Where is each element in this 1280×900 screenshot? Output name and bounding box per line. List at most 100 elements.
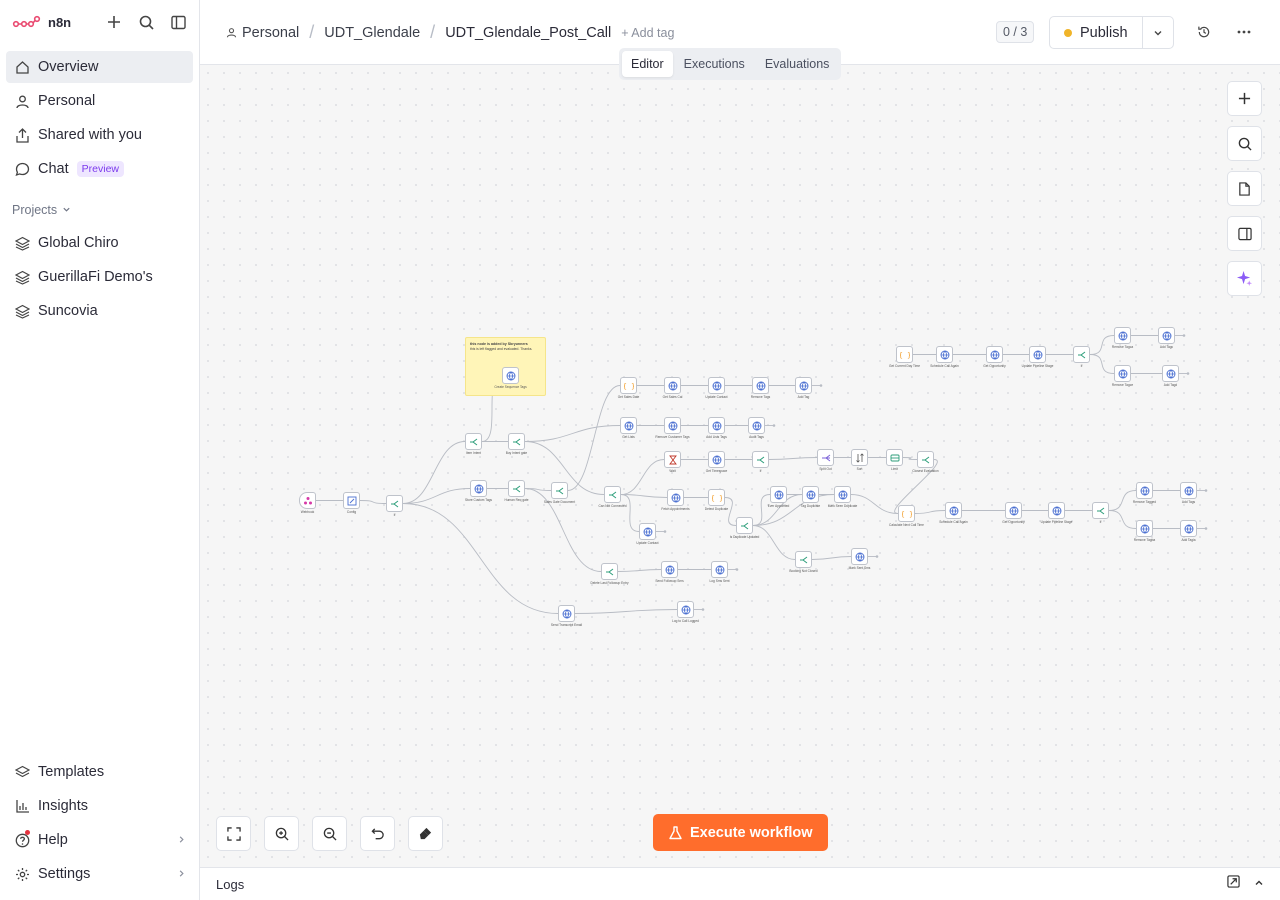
output-handle[interactable] (735, 568, 739, 571)
workflow-node[interactable] (711, 561, 728, 578)
output-handle[interactable] (1186, 372, 1190, 375)
workflow-node[interactable] (1158, 327, 1175, 344)
sidebar-item-personal[interactable]: Personal (6, 85, 193, 117)
workflow-node[interactable] (639, 523, 656, 540)
workflow-node[interactable]: { } (620, 377, 637, 394)
workflow-node[interactable] (748, 417, 765, 434)
sidebar-item-templates[interactable]: Templates (6, 756, 194, 788)
sidebar-item-help[interactable]: Help (6, 824, 194, 856)
add-tag-button[interactable]: + Add tag (621, 26, 674, 40)
workflow-node[interactable]: { } (896, 346, 913, 363)
workflow-node[interactable] (770, 486, 787, 503)
workflow-node[interactable] (502, 367, 519, 384)
output-handle[interactable] (701, 608, 705, 611)
workflow-node[interactable] (736, 517, 753, 534)
workflow-node[interactable] (1136, 520, 1153, 537)
tab-editor[interactable]: Editor (622, 51, 673, 77)
workflow-node[interactable] (1048, 502, 1065, 519)
breadcrumb-personal[interactable]: Personal (226, 25, 299, 41)
panel-toggle-button[interactable] (1227, 216, 1262, 251)
workflow-node[interactable] (1162, 365, 1179, 382)
output-handle[interactable] (772, 424, 776, 427)
output-handle[interactable] (1204, 527, 1208, 530)
fit-view-button[interactable] (216, 816, 251, 851)
workflow-node[interactable] (677, 601, 694, 618)
zoom-out-button[interactable] (312, 816, 347, 851)
project-item-global-chiro[interactable]: Global Chiro (6, 227, 193, 259)
workflow-node[interactable] (851, 449, 868, 466)
workflow-node[interactable] (1092, 502, 1109, 519)
workflow-node[interactable] (1073, 346, 1090, 363)
workflow-node[interactable] (1180, 520, 1197, 537)
workflow-node[interactable] (1136, 482, 1153, 499)
workflow-node[interactable] (802, 486, 819, 503)
breadcrumb-folder[interactable]: UDT_Glendale (324, 25, 420, 41)
output-handle[interactable] (663, 530, 667, 533)
workflow-node[interactable] (752, 377, 769, 394)
more-options-icon[interactable] (1234, 22, 1254, 42)
workflow-node[interactable]: { } (898, 505, 915, 522)
workflow-node[interactable] (986, 346, 1003, 363)
workflow-node[interactable] (664, 417, 681, 434)
n8n-logo[interactable]: n8n (12, 15, 71, 30)
sidebar-item-settings[interactable]: Settings (6, 858, 194, 890)
workflow-node[interactable] (886, 449, 903, 466)
workflow-node[interactable] (945, 502, 962, 519)
workflow-node[interactable] (558, 605, 575, 622)
workflow-node[interactable] (795, 377, 812, 394)
workflow-node[interactable] (708, 417, 725, 434)
zoom-in-button[interactable] (264, 816, 299, 851)
workflow-node[interactable]: { } (708, 489, 725, 506)
workflow-node[interactable] (1114, 365, 1131, 382)
workflow-node[interactable] (708, 451, 725, 468)
sidebar-item-chat[interactable]: Chat Preview (6, 153, 193, 185)
add-node-button[interactable] (1227, 81, 1262, 116)
sidebar-toggle-icon[interactable] (169, 13, 187, 31)
sidebar-item-shared[interactable]: Shared with you (6, 119, 193, 151)
workflow-node[interactable] (795, 551, 812, 568)
workflow-node[interactable] (752, 451, 769, 468)
workflow-node[interactable] (936, 346, 953, 363)
workflow-node[interactable] (667, 489, 684, 506)
ai-assistant-button[interactable] (1227, 261, 1262, 296)
workflow-node[interactable] (551, 482, 568, 499)
workflow-canvas[interactable]: this node is added by Sbryunners this is… (200, 65, 1280, 867)
workflow-node[interactable] (664, 377, 681, 394)
workflow-node[interactable] (299, 492, 316, 509)
execute-workflow-button[interactable]: Execute workflow (653, 814, 829, 851)
workflow-node[interactable] (708, 377, 725, 394)
plus-icon[interactable] (105, 13, 123, 31)
output-handle[interactable] (1182, 334, 1186, 337)
history-icon[interactable] (1194, 22, 1214, 42)
output-handle[interactable] (819, 384, 823, 387)
chevron-up-icon[interactable] (1254, 875, 1264, 893)
workflow-node[interactable] (1005, 502, 1022, 519)
logs-panel[interactable]: Logs (200, 867, 1280, 900)
workflow-node[interactable] (917, 451, 934, 468)
undo-button[interactable] (360, 816, 395, 851)
workflow-node[interactable] (620, 417, 637, 434)
search-nodes-button[interactable] (1227, 126, 1262, 161)
output-handle[interactable] (1204, 489, 1208, 492)
workflow-node[interactable] (508, 433, 525, 450)
sidebar-item-overview[interactable]: Overview (6, 51, 193, 83)
workflow-node[interactable] (834, 486, 851, 503)
workflow-node[interactable] (851, 548, 868, 565)
search-icon[interactable] (137, 13, 155, 31)
workflow-node[interactable] (343, 492, 360, 509)
open-logs-icon[interactable] (1227, 875, 1240, 893)
workflow-node[interactable] (601, 563, 618, 580)
workflow-node[interactable] (661, 561, 678, 578)
publish-dropdown-button[interactable] (1143, 17, 1173, 48)
workflow-node[interactable] (664, 451, 681, 468)
workflow-node[interactable] (470, 480, 487, 497)
workflow-node[interactable] (817, 449, 834, 466)
tidy-up-button[interactable] (408, 816, 443, 851)
workflow-node[interactable] (1029, 346, 1046, 363)
output-handle[interactable] (875, 555, 879, 558)
workflow-node[interactable] (604, 486, 621, 503)
sticky-note-button[interactable] (1227, 171, 1262, 206)
tab-evaluations[interactable]: Evaluations (756, 51, 839, 77)
projects-section-header[interactable]: Projects (0, 195, 199, 225)
workflow-name[interactable]: UDT_Glendale_Post_Call (445, 25, 611, 41)
